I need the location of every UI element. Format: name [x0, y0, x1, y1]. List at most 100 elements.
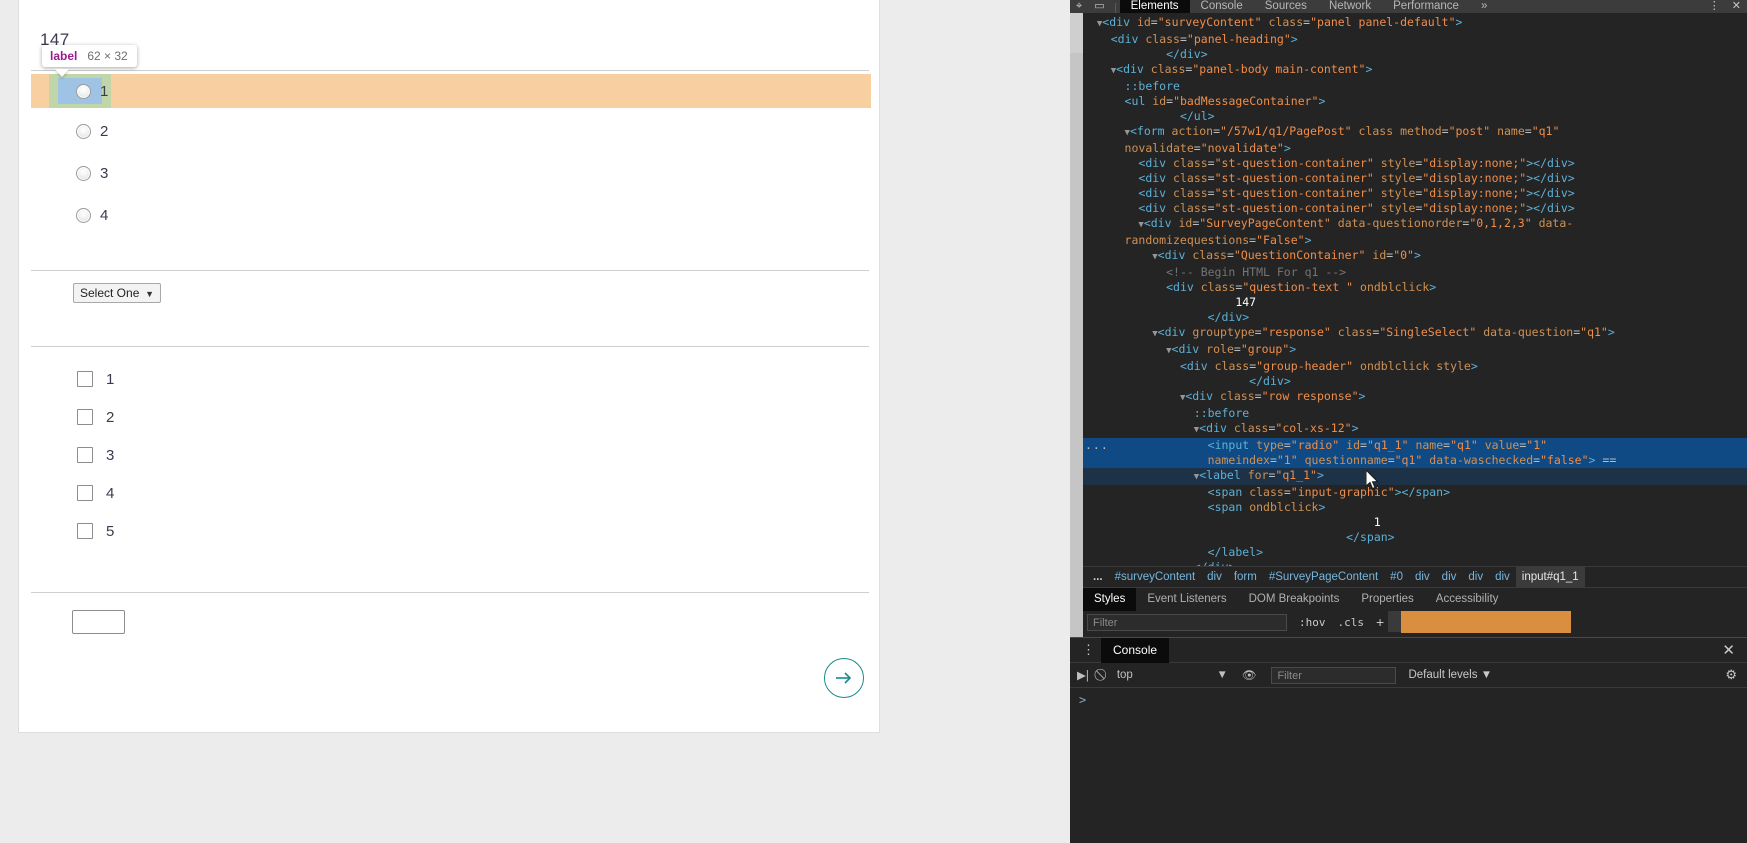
next-button[interactable] [824, 658, 864, 698]
dom-tree-line[interactable]: </label> [1083, 545, 1747, 560]
dom-tree-line[interactable]: <div class="st-question-container" style… [1083, 201, 1747, 216]
dom-tree-line[interactable]: </div> [1083, 47, 1747, 62]
breadcrumb-item-10[interactable]: input#q1_1 [1515, 566, 1585, 587]
checkbox-input-1[interactable] [77, 371, 93, 387]
dom-tree-line[interactable]: <div class="panel-heading"> [1083, 32, 1747, 47]
breadcrumb-item-6[interactable]: div [1409, 567, 1436, 587]
drawer-tab-console[interactable]: Console [1101, 637, 1170, 663]
breadcrumb-item-2[interactable]: div [1201, 567, 1228, 587]
dom-tree-line[interactable]: ▼<div class="QuestionContainer" id="0"> [1083, 248, 1747, 265]
breadcrumb-item-0[interactable]: ... [1087, 567, 1109, 587]
radio-input-4[interactable] [76, 207, 91, 223]
console-output[interactable]: > [1070, 688, 1747, 842]
dom-tree-line[interactable]: </ul> [1083, 109, 1747, 124]
pane-tab-dom-breakpoints[interactable]: DOM Breakpoints [1238, 588, 1351, 611]
radio-option-row-3[interactable]: 3 [31, 154, 871, 192]
dom-tree-line[interactable]: </span> [1083, 530, 1747, 545]
pane-tab-accessibility[interactable]: Accessibility [1425, 588, 1510, 611]
dom-tree-line[interactable]: ▼<div class="panel-body main-content"> [1083, 62, 1747, 79]
tab-performance[interactable]: Performance [1382, 0, 1470, 13]
dom-tree-line[interactable]: <div class="group-header" ondblclick sty… [1083, 359, 1747, 374]
dom-tree-line[interactable]: ▼<form action="/57w1/q1/PagePost" class … [1083, 124, 1747, 141]
dom-tree-line[interactable]: ▼<div id="SurveyPageContent" data-questi… [1083, 216, 1747, 233]
breadcrumb-item-5[interactable]: #0 [1384, 567, 1409, 587]
checkbox-input-4[interactable] [77, 485, 93, 501]
checkbox-input-3[interactable] [77, 447, 93, 463]
cls-toggle[interactable]: .cls [1338, 616, 1365, 629]
devtools-menu-icon[interactable]: ⋮ [1703, 0, 1726, 13]
checkbox-row-2[interactable]: 2 [77, 398, 114, 436]
console-prompt[interactable]: > [1079, 693, 1086, 707]
pane-tab-event-listeners[interactable]: Event Listeners [1136, 588, 1237, 611]
close-icon[interactable]: ✕ [1726, 0, 1747, 13]
device-toolbar-icon[interactable]: ▭ [1088, 0, 1110, 13]
dom-tree-line[interactable]: <span class="input-graphic"></span> [1083, 485, 1747, 500]
clear-console-icon[interactable]: ⃠ [1096, 669, 1110, 682]
checkbox-input-2[interactable] [77, 409, 93, 425]
dom-tree-line[interactable]: ▼<label for="q1_1"> [1083, 468, 1747, 485]
select-one-dropdown[interactable]: Select One [73, 283, 161, 303]
radio-input-2[interactable] [76, 123, 91, 139]
breadcrumb-item-4[interactable]: #SurveyPageContent [1263, 567, 1384, 587]
tab-network[interactable]: Network [1318, 0, 1382, 13]
radio-option-row-2[interactable]: 2 [31, 112, 871, 150]
dom-tree-line[interactable]: ::before [1083, 79, 1747, 94]
dom-tree-line[interactable]: novalidate="novalidate"> [1083, 141, 1747, 156]
tab-sources[interactable]: Sources [1254, 0, 1318, 13]
dom-tree-line[interactable]: 147 [1083, 295, 1747, 310]
console-filter-input[interactable]: Filter [1271, 666, 1397, 684]
dom-tree-line[interactable]: 1 [1083, 515, 1747, 530]
live-expression-icon[interactable]: 👁 [1235, 668, 1264, 682]
dom-tree-line[interactable]: <div class="st-question-container" style… [1083, 156, 1747, 171]
dom-tree-line[interactable]: randomizequestions="False"> [1083, 233, 1747, 248]
drawer-menu-icon[interactable]: ⋮ [1070, 642, 1101, 658]
console-sidebar-toggle-icon[interactable]: ▶| [1070, 668, 1096, 682]
dom-tree-line[interactable]: ▼<div id="surveyContent" class="panel pa… [1083, 15, 1747, 32]
breadcrumb-item-9[interactable]: div [1489, 567, 1516, 587]
breadcrumb-item-7[interactable]: div [1436, 567, 1463, 587]
breadcrumb-item-1[interactable]: #surveyContent [1109, 567, 1202, 587]
dom-tree-line[interactable]: </div> [1083, 310, 1747, 325]
dom-tree-line[interactable]: <span ondblclick> [1083, 500, 1747, 515]
radio-option-row-4[interactable]: 4 [31, 196, 871, 234]
dom-tree-line[interactable]: <!-- Begin HTML For q1 --> [1083, 265, 1747, 280]
console-context-selector[interactable]: top ▼ [1110, 669, 1235, 681]
breadcrumb-item-8[interactable]: div [1462, 567, 1489, 587]
radio-input-1[interactable] [76, 83, 91, 99]
checkbox-input-5[interactable] [77, 523, 93, 539]
gear-icon[interactable]: ⚙ [1715, 667, 1747, 683]
tab-console[interactable]: Console [1190, 0, 1254, 13]
dom-tree-line[interactable]: <div class="question-text " ondblclick> [1083, 280, 1747, 295]
open-text-input[interactable] [72, 610, 125, 634]
styles-pane-tabs[interactable]: Styles Event Listeners DOM Breakpoints Prop… [1083, 587, 1747, 611]
dom-tree-line[interactable]: <div class="st-question-container" style… [1083, 186, 1747, 201]
pane-tab-styles[interactable]: Styles [1083, 587, 1137, 611]
radio-option-row-1[interactable]: 1 [31, 74, 871, 108]
pane-tab-properties[interactable]: Properties [1350, 588, 1424, 611]
more-tabs-icon[interactable]: » [1470, 0, 1498, 13]
breadcrumb-item-3[interactable]: form [1228, 567, 1263, 587]
new-style-rule-button[interactable]: + [1376, 614, 1384, 630]
select-one-wrapper[interactable]: Select One ▼ [73, 283, 161, 303]
dom-tree-line[interactable]: ... <input type="radio" id="q1_1" name="… [1083, 438, 1747, 453]
expand-ellipsis-icon[interactable]: ... [1085, 438, 1109, 453]
checkbox-row-5[interactable]: 5 [77, 512, 114, 550]
inspect-element-icon[interactable]: ⌖ [1070, 0, 1088, 13]
dom-tree-line[interactable]: ▼<div grouptype="response" class="Single… [1083, 325, 1747, 342]
dom-tree-line[interactable]: ▼<div class="col-xs-12"> [1083, 421, 1747, 438]
scrollbar-thumb[interactable] [1070, 13, 1083, 53]
console-levels-selector[interactable]: Default levels ▼ [1408, 669, 1492, 681]
dom-tree-line[interactable]: ▼<div role="group"> [1083, 342, 1747, 359]
checkbox-row-1[interactable]: 1 [77, 360, 114, 398]
checkbox-row-4[interactable]: 4 [77, 474, 114, 512]
radio-input-3[interactable] [76, 165, 91, 181]
dom-tree-line[interactable]: ::before [1083, 406, 1747, 421]
drawer-close-icon[interactable]: ✕ [1710, 641, 1747, 659]
dom-tree-line[interactable]: <ul id="badMessageContainer"> [1083, 94, 1747, 109]
dom-tree-line[interactable]: <div class="st-question-container" style… [1083, 171, 1747, 186]
dom-tree-line[interactable]: </div> [1083, 374, 1747, 389]
styles-filter-input[interactable]: Filter [1087, 613, 1287, 631]
tab-elements[interactable]: Elements [1119, 0, 1190, 13]
dom-tree-line[interactable]: nameindex="1" questionname="q1" data-was… [1083, 453, 1747, 468]
dom-tree-line[interactable]: ▼<div class="row response"> [1083, 389, 1747, 406]
